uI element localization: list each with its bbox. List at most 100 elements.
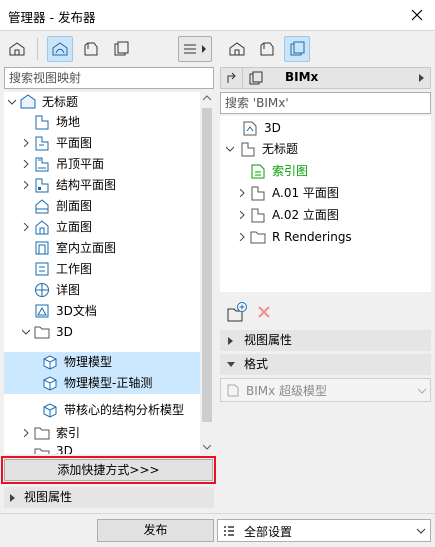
tree-scrollbar[interactable] — [200, 92, 214, 454]
new-item-icon[interactable] — [226, 301, 248, 323]
layout-book-icon[interactable] — [254, 36, 280, 62]
scroll-down-icon[interactable] — [203, 444, 211, 450]
chevron-right-icon — [10, 494, 15, 502]
chevron-right-icon[interactable] — [22, 139, 30, 147]
publish-item-index[interactable]: 索引图 — [220, 161, 431, 181]
tree-item-ceiling-plans[interactable]: 吊顶平面 — [4, 154, 200, 174]
tree-item-details[interactable]: 详图 — [4, 280, 200, 300]
tree-item-structural-analytical-model[interactable]: 带核心的结构分析模型 — [4, 400, 200, 420]
publish-item-a01[interactable]: A.01 平面图 — [220, 183, 431, 203]
publisher-sets-icon — [249, 71, 263, 85]
publisher-set-selector[interactable]: BIMx — [220, 67, 431, 89]
tree-item-site[interactable]: 场地 — [4, 112, 200, 132]
publisher-search-input[interactable]: 搜索 'BIMx' — [220, 92, 431, 114]
divider — [37, 38, 38, 60]
tree-item-label: 物理模型-正轴测 — [64, 376, 153, 390]
tree-item-interior-elevations[interactable]: 室内立面图 — [4, 238, 200, 258]
tree-item-structural-plans[interactable]: 结构平面图 — [4, 175, 200, 195]
chevron-down-icon — [417, 388, 427, 394]
tree-item-3d-documents[interactable]: 3D文档 — [4, 301, 200, 321]
chevron-right-icon[interactable] — [238, 189, 246, 197]
folder-icon — [34, 326, 50, 339]
options-menu-button[interactable] — [178, 36, 212, 62]
interior-elevation-icon — [35, 241, 49, 255]
delete-icon[interactable] — [256, 304, 274, 322]
floor-plan-icon — [35, 136, 49, 151]
view-properties-section[interactable]: 视图属性 — [220, 330, 431, 351]
publish-item-label: 索引图 — [272, 164, 309, 178]
project-map-icon[interactable] — [4, 36, 30, 62]
project-map-icon[interactable] — [224, 36, 250, 62]
view-map-icon[interactable] — [47, 36, 73, 62]
chevron-down-icon[interactable] — [22, 328, 30, 336]
publish-button[interactable]: 发布 — [97, 519, 214, 542]
format-value: BIMx 超级模型 — [246, 384, 328, 398]
tree-item-sections[interactable]: 剖面图 — [4, 196, 200, 216]
view-map-search-input[interactable]: 搜索视图映射 — [4, 67, 214, 89]
divider — [0, 513, 435, 514]
chevron-right-icon[interactable] — [22, 223, 30, 231]
scroll-up-icon[interactable] — [203, 95, 211, 101]
3d-document-icon — [35, 304, 49, 318]
3d-view-icon — [43, 403, 57, 418]
tree-item-label: 结构平面图 — [56, 178, 117, 192]
tree-item-worksheets[interactable]: 工作图 — [4, 259, 200, 279]
chevron-right-icon[interactable] — [22, 429, 30, 437]
window-title: 管理器 - 发布器 — [8, 10, 96, 25]
publish-item-label: 3D — [264, 121, 281, 135]
tree-item-label: 室内立面图 — [56, 241, 117, 255]
folder-icon — [250, 231, 266, 244]
tree-item-untitled[interactable]: 无标题 — [4, 92, 200, 112]
tree-item-index[interactable]: 索引 — [4, 423, 200, 443]
close-icon[interactable] — [405, 3, 429, 27]
settings-dropdown[interactable]: 全部设置 — [217, 519, 431, 542]
tree-item-label: 无标题 — [42, 95, 79, 109]
chevron-right-icon[interactable] — [22, 160, 30, 168]
scrollbar-thumb[interactable] — [202, 108, 212, 422]
project-folder-icon — [241, 142, 255, 157]
publisher-sets-icon[interactable] — [284, 36, 310, 62]
view-properties-section[interactable]: 视图属性 — [4, 487, 214, 508]
chevron-right-icon — [419, 74, 424, 82]
site-plan-icon — [35, 115, 49, 130]
tree-item-elevations[interactable]: 立面图 — [4, 217, 200, 237]
list-settings-icon — [224, 526, 234, 536]
add-shortcut-button[interactable]: 添加快捷方式>>> — [4, 459, 213, 481]
chevron-down-icon[interactable] — [8, 98, 16, 106]
project-folder-icon — [20, 94, 36, 109]
chevron-right-icon[interactable] — [238, 233, 246, 241]
tree-item-label: 带核心的结构分析模型 — [64, 403, 185, 417]
tree-item-floor-plans[interactable]: 平面图 — [4, 133, 200, 153]
tree-item-label: 工作图 — [56, 262, 93, 276]
layout-book-icon[interactable] — [78, 36, 104, 62]
tree-item-physical-model-axonometric[interactable]: 物理模型-正轴测 — [4, 373, 200, 394]
format-section[interactable]: 格式 — [220, 354, 431, 375]
tree-item-label: 平面图 — [56, 136, 93, 150]
publish-item-renderings[interactable]: R Renderings — [220, 227, 431, 247]
publish-item-a02[interactable]: A.02 立面图 — [220, 205, 431, 225]
tree-item-physical-model[interactable]: 物理模型 — [4, 352, 200, 373]
up-level-icon[interactable] — [221, 68, 243, 88]
worksheet-icon — [35, 262, 49, 276]
chevron-right-icon[interactable] — [238, 211, 246, 219]
3d-view-icon — [43, 355, 57, 370]
chevron-down-icon — [416, 528, 426, 534]
publish-item-label: R Renderings — [272, 230, 352, 244]
tree-item-label: 吊顶平面 — [56, 157, 105, 171]
tree-item-3d[interactable]: 3D — [4, 322, 200, 342]
tree-item-label: 立面图 — [56, 220, 93, 234]
elevation-icon — [35, 220, 49, 235]
publish-item-3d[interactable]: 3D — [220, 118, 431, 138]
settings-value: 全部设置 — [244, 525, 293, 539]
chevron-down-icon[interactable] — [226, 145, 234, 153]
folder-icon — [34, 427, 50, 440]
tree-item-label: 3D — [56, 325, 73, 339]
tree-item-label: 场地 — [56, 115, 81, 129]
publish-item-untitled[interactable]: 无标题 — [220, 139, 431, 159]
publisher-sets-icon[interactable] — [108, 36, 134, 62]
chevron-right-icon[interactable] — [22, 181, 30, 189]
bimx-icon — [227, 384, 239, 397]
section-icon — [35, 199, 49, 214]
tree-item-3d-2[interactable]: 3D — [4, 444, 200, 454]
format-dropdown[interactable]: BIMx 超级模型 — [220, 378, 431, 402]
